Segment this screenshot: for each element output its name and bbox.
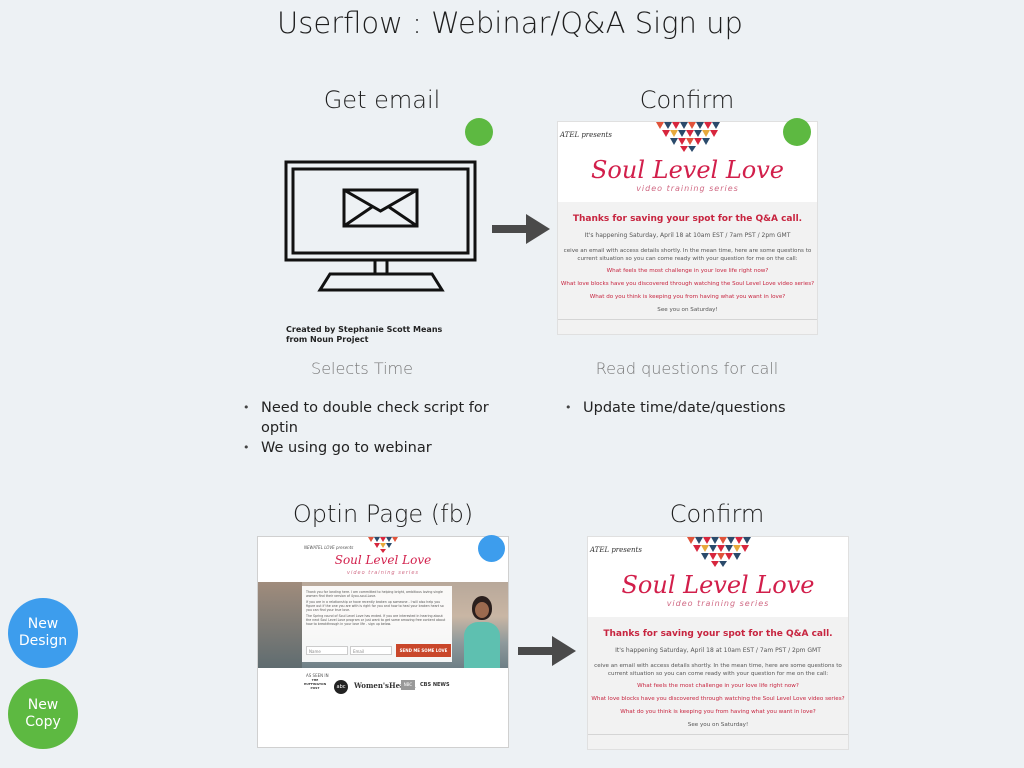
step-heading-optin-page: Optin Page (fb) (292, 500, 474, 528)
page-title: Userflow : Webinar/Q&A Sign up (277, 6, 743, 40)
step-heading-get-email: Get email (323, 86, 441, 114)
icon-credit-line2: from Noun Project (286, 335, 369, 344)
status-dot-green[interactable] (465, 118, 493, 146)
question-1: What feels the most challenge in your lo… (637, 683, 799, 689)
closing-text: See you on Saturday! (687, 722, 749, 728)
step-subheading-selects-time: Selects Time (311, 359, 413, 378)
optin-brand-tagline: video training series (346, 570, 419, 576)
arrow-right-icon (492, 214, 550, 244)
optin-presents-text: NEWATEL LOVE presents (304, 545, 354, 550)
optin-paragraph-2: If you are in a relationship or have rec… (306, 600, 444, 612)
optin-content-card: Thank you for landing here. I am committ… (302, 586, 452, 662)
optin-hero: Thank you for landing here. I am committ… (258, 582, 508, 668)
optin-email-field[interactable]: Email (350, 646, 392, 655)
mandala-logo-icon (368, 537, 398, 553)
step-heading-confirm-2: Confirm (669, 500, 765, 528)
schedule-text: It's happening Saturday, April 18 at 10a… (584, 232, 791, 239)
brand-name: Soul Level Love (590, 156, 784, 184)
email-body: Thanks for saving your spot for the Q&A … (588, 617, 848, 735)
brand-tagline: video training series (666, 599, 770, 608)
list-item: Need to double check script for optin (243, 398, 493, 438)
step-heading-confirm: Confirm (639, 86, 735, 114)
monitor-email-icon (284, 160, 477, 292)
status-dot-blue[interactable] (478, 535, 505, 562)
logo-huffington: THE HUFFINGTON POST (303, 678, 327, 690)
optin-page-preview: NEWATEL LOVE presents Soul Level Love vi… (257, 536, 509, 748)
intro-line2: current situation so you can come ready … (607, 671, 829, 677)
icon-credit: Created by Stephanie Scott Means from No… (286, 325, 442, 345)
question-1: What feels the most challenge in your lo… (606, 268, 769, 274)
brand-tagline: video training series (636, 184, 739, 193)
optin-paragraph-1: Thank you for landing here. I am committ… (306, 590, 443, 598)
logo-abc: abc (334, 680, 348, 694)
hero-water-image (258, 582, 302, 668)
optin-submit-button[interactable]: SEND ME SOME LOVE (396, 644, 451, 657)
divider (558, 319, 817, 320)
list-item: We using go to webinar (243, 438, 493, 458)
intro-line1: ceive an email with access details short… (594, 663, 842, 669)
confirm-email-preview: ATEL presents Soul Level Love video trai… (557, 121, 818, 335)
intro-line2: current situation so you can come ready … (577, 256, 798, 262)
question-3: What do you think is keeping you from ha… (589, 294, 786, 300)
icon-credit-line1: Created by Stephanie Scott Means (286, 325, 443, 334)
optin-brand-name: Soul Level Love (334, 553, 432, 567)
schedule-text: It's happening Saturday, April 18 at 10a… (615, 647, 821, 654)
thanks-heading: Thanks for saving your spot for the Q&A … (572, 214, 803, 224)
new-copy-line1: New (27, 697, 59, 713)
closing-text: See you on Saturday! (657, 307, 718, 313)
as-seen-in-section: AS SEEN IN THE HUFFINGTON POST abc Women… (258, 668, 508, 745)
new-copy-line2: Copy (25, 714, 61, 730)
status-dot-green[interactable] (783, 118, 811, 146)
presents-text: ATEL presents (560, 131, 612, 139)
list-item: Update time/date/questions (565, 398, 815, 418)
new-design-button[interactable]: New Design (8, 598, 78, 668)
confirm-email-preview-2: ATEL presents Soul Level Love video trai… (587, 536, 849, 750)
optin-paragraph-3: The Spring round of Soul Level Love has … (306, 614, 446, 626)
intro-line1: ceive an email with access details short… (563, 248, 812, 254)
presents-text: ATEL presents (590, 546, 642, 554)
portrait-image (458, 588, 506, 668)
logo-cbs-news: CBS NEWS (420, 682, 450, 688)
question-3: What do you think is keeping you from ha… (620, 709, 816, 715)
thanks-heading: Thanks for saving your spot for the Q&A … (603, 629, 833, 639)
question-2: What love blocks have you discovered thr… (591, 696, 845, 702)
mandala-logo-icon (656, 122, 720, 152)
mandala-logo-icon (687, 537, 751, 567)
logo-nbc: NBC (401, 680, 415, 690)
divider (588, 734, 848, 735)
arrow-right-icon (518, 636, 576, 666)
new-design-line2: Design (18, 633, 68, 649)
optin-name-field[interactable]: Name (306, 646, 348, 655)
brand-name: Soul Level Love (621, 571, 815, 599)
email-body: Thanks for saving your spot for the Q&A … (558, 202, 817, 320)
step-subheading-read-questions: Read questions for call (595, 359, 779, 378)
new-design-line1: New (27, 616, 59, 632)
notes-list-step2: Update time/date/questions (565, 398, 815, 418)
new-copy-button[interactable]: New Copy (8, 679, 78, 749)
notes-list-step1: Need to double check script for optin We… (243, 398, 493, 458)
question-2: What love blocks have you discovered thr… (560, 281, 815, 287)
